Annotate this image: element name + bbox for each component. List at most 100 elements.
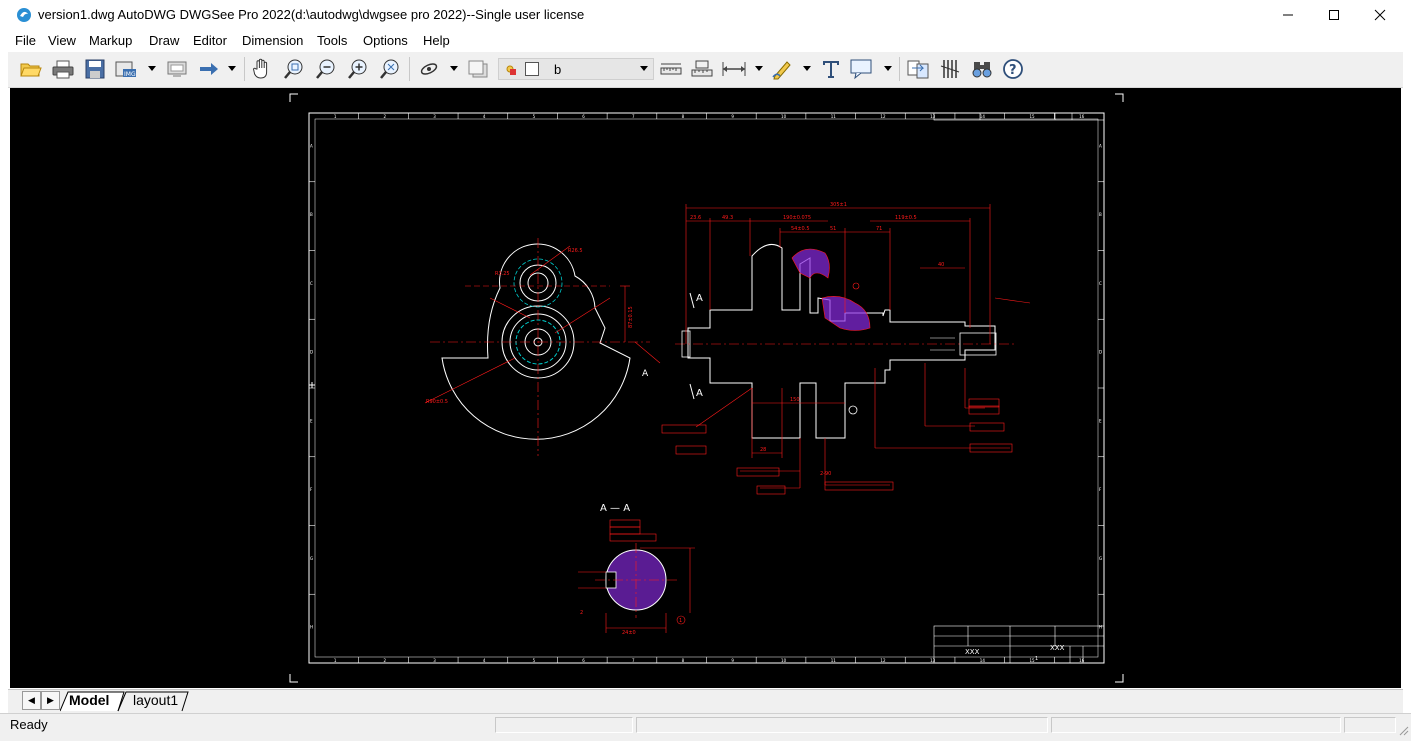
paper-corner-marks xyxy=(289,93,1124,683)
bars-button[interactable] xyxy=(937,56,963,82)
dim-51: 51 xyxy=(830,226,836,232)
menu-markup[interactable]: Markup xyxy=(89,33,132,48)
menu-view[interactable]: View xyxy=(48,33,76,48)
border-number: 10 xyxy=(781,114,787,119)
zoom-window-button[interactable] xyxy=(281,56,307,82)
dim-54: 54±0.5 xyxy=(791,226,810,232)
border-letter: E xyxy=(1099,418,1102,423)
measure-arrow-icon xyxy=(722,62,746,76)
border-letter: C xyxy=(310,281,313,286)
border-ticks xyxy=(309,113,1105,664)
bars-icon xyxy=(940,60,960,78)
markup-dropdown[interactable] xyxy=(801,56,813,82)
status-text: Ready xyxy=(10,717,48,732)
dim-overall: 305±1 xyxy=(830,202,847,208)
chevron-down-icon xyxy=(884,66,892,71)
menu-options[interactable]: Options xyxy=(363,33,408,48)
measure-distance-button[interactable] xyxy=(658,56,684,82)
dim-radius-big: R90±0.5 xyxy=(426,399,448,405)
border-letter: E xyxy=(310,418,313,423)
section-label: A — A xyxy=(600,503,630,514)
layer-color-swatch xyxy=(525,62,539,76)
find-button[interactable] xyxy=(969,56,995,82)
menu-dimension[interactable]: Dimension xyxy=(242,33,303,48)
border-number: 4 xyxy=(483,658,486,663)
print-icon xyxy=(52,60,74,79)
border-number: 2 xyxy=(384,658,387,663)
menu-help[interactable]: Help xyxy=(423,33,450,48)
maximize-button[interactable] xyxy=(1311,0,1357,30)
callout-dropdown[interactable] xyxy=(882,56,894,82)
pan-button[interactable] xyxy=(249,56,275,82)
svg-text:?: ? xyxy=(1009,63,1017,78)
markup-pen-button[interactable] xyxy=(769,56,795,82)
border-number: 6 xyxy=(582,114,585,119)
chevron-right-icon: ▶ xyxy=(47,695,54,705)
menu-editor[interactable]: Editor xyxy=(193,33,227,48)
menu-file[interactable]: File xyxy=(15,33,36,48)
border-letter: H xyxy=(1099,625,1102,630)
layer-dropdown[interactable] xyxy=(448,56,460,82)
resize-grip-icon[interactable] xyxy=(1397,724,1409,736)
border-letter: B xyxy=(310,212,313,217)
dim-2: 2 xyxy=(580,610,583,616)
minimize-button[interactable] xyxy=(1265,0,1311,30)
text-button[interactable] xyxy=(818,56,844,82)
layer-select[interactable]: b xyxy=(498,58,654,80)
dim-23-6: 23.6 xyxy=(690,215,701,221)
zoom-out-icon xyxy=(316,59,335,79)
zoom-extents-button[interactable] xyxy=(377,56,403,82)
menu-draw[interactable]: Draw xyxy=(149,33,179,48)
print-button[interactable] xyxy=(50,56,76,82)
drawing-canvas[interactable]: XXX XXX 1 R26.5 R3.25 R90±0.5 87±0.15 A … xyxy=(10,88,1401,688)
layer-button[interactable] xyxy=(416,56,442,82)
layer-state-button[interactable] xyxy=(465,56,491,82)
menu-tools[interactable]: Tools xyxy=(317,33,347,48)
layout-tab-bar: ◀ ▶ Model layout1 xyxy=(8,689,1403,713)
compare-button[interactable] xyxy=(164,56,190,82)
dim-49-3: 49.3 xyxy=(722,215,733,221)
border-number: 12 xyxy=(880,114,886,119)
chevron-down-icon xyxy=(640,66,648,71)
measure-area-button[interactable] xyxy=(689,56,715,82)
save-button[interactable] xyxy=(82,56,108,82)
open-button[interactable] xyxy=(18,56,44,82)
compare-drawings-button[interactable] xyxy=(905,56,931,82)
svg-text:IMG: IMG xyxy=(124,71,136,78)
toolbar-separator xyxy=(409,57,410,81)
dim-r1: R3.25 xyxy=(495,271,510,277)
border-letter: A xyxy=(1099,143,1102,148)
border-letter: D xyxy=(1099,350,1102,355)
cad-drawing: XXX XXX 1 R26.5 R3.25 R90±0.5 87±0.15 A … xyxy=(289,93,1124,683)
measure-dropdown[interactable] xyxy=(753,56,765,82)
tab-model[interactable]: Model xyxy=(69,692,109,708)
chevron-down-icon xyxy=(803,66,811,71)
dim-190: 190±0.075 xyxy=(783,215,811,221)
close-button[interactable] xyxy=(1357,0,1403,30)
border-number: 9 xyxy=(731,658,734,663)
zoom-in-button[interactable] xyxy=(345,56,371,82)
help-button[interactable]: ? xyxy=(1000,56,1026,82)
measure-arrow-button[interactable] xyxy=(721,56,747,82)
chevron-down-icon xyxy=(228,66,236,71)
export-image-button[interactable]: IMG xyxy=(113,56,139,82)
border-letter: D xyxy=(310,350,313,355)
dim-119: 119±0.5 xyxy=(895,215,917,221)
next-button[interactable] xyxy=(196,56,222,82)
tab-layout1[interactable]: layout1 xyxy=(133,692,178,708)
zoom-out-button[interactable] xyxy=(313,56,339,82)
tab-prev-button[interactable]: ◀ xyxy=(22,691,41,710)
sheet-inner-border xyxy=(314,118,1099,658)
next-dropdown[interactable] xyxy=(226,56,238,82)
chevron-down-icon xyxy=(755,66,763,71)
callout-button[interactable] xyxy=(848,56,874,82)
border-number: 3 xyxy=(433,114,436,119)
export-dropdown[interactable] xyxy=(146,56,158,82)
section-mark-bottom: A xyxy=(696,388,703,399)
tab-next-button[interactable]: ▶ xyxy=(41,691,60,710)
pan-hand-icon xyxy=(252,58,268,79)
app-logo-icon xyxy=(17,8,31,22)
layer-select-dropdown[interactable] xyxy=(638,56,650,82)
border-number: 8 xyxy=(682,114,685,119)
menu-bar: File View Markup Draw Editor Dimension T… xyxy=(0,30,1411,52)
